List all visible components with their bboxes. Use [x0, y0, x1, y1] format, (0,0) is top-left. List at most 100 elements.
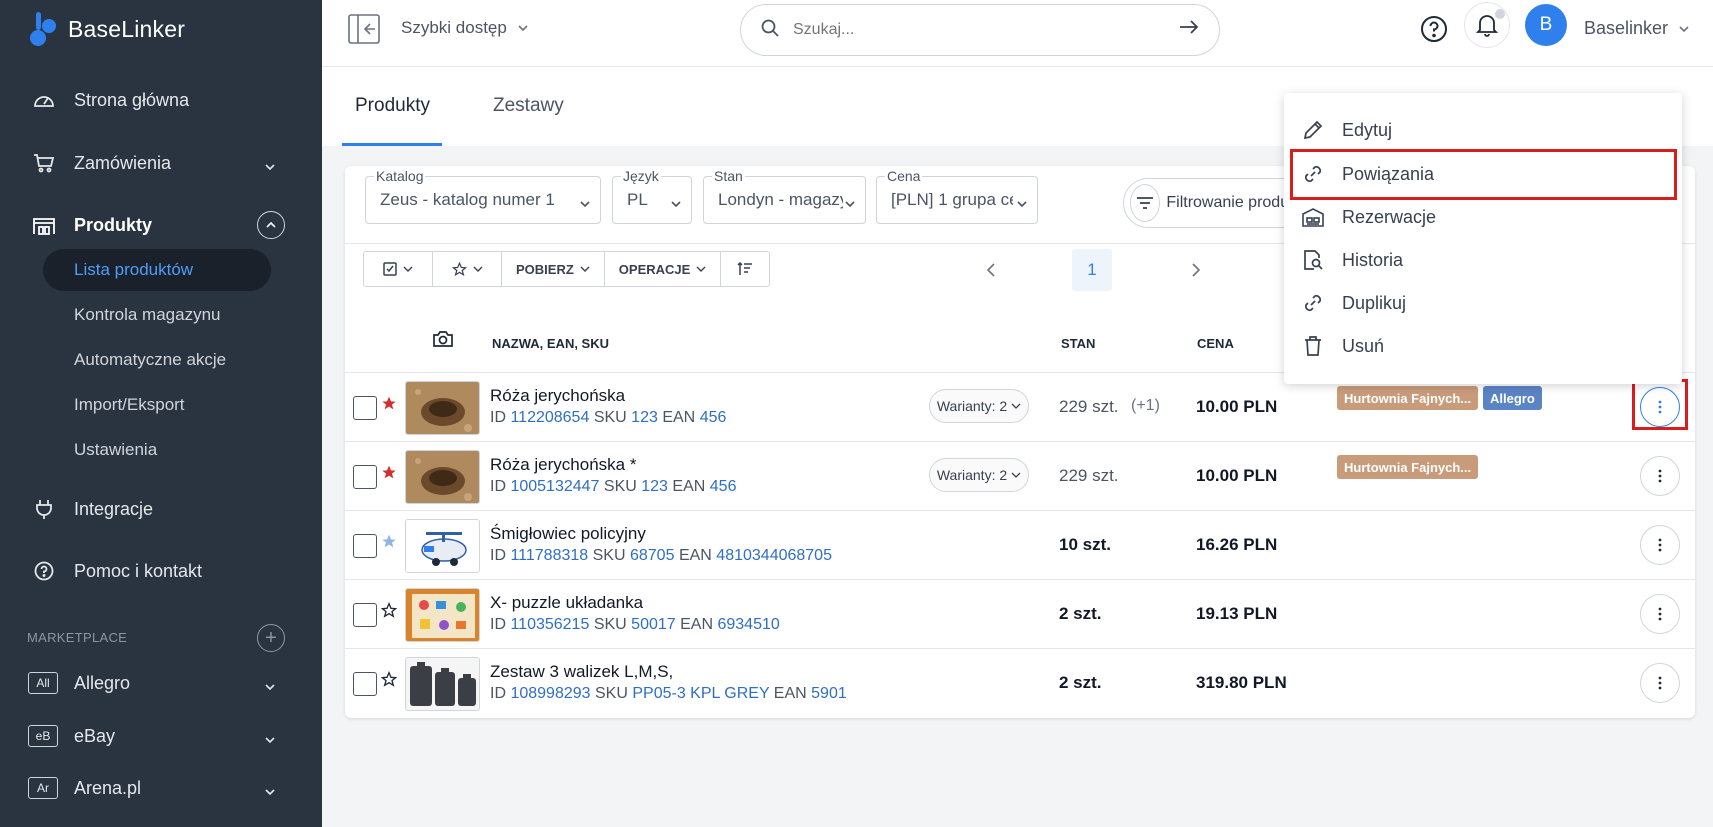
- product-id-link[interactable]: 110356215: [510, 616, 589, 633]
- product-sku[interactable]: 50017: [631, 616, 676, 633]
- operations-menu-button[interactable]: OPERACJE: [605, 252, 722, 286]
- star-filled-icon[interactable]: [381, 395, 397, 416]
- sidebar-subitem-stock-control[interactable]: Kontrola magazynu: [43, 294, 271, 336]
- brand-logo[interactable]: BaseLinker: [28, 10, 185, 48]
- language-select[interactable]: Język PL: [612, 168, 692, 224]
- column-header-stock[interactable]: STAN: [1061, 336, 1095, 351]
- menu-item-edit[interactable]: Edytuj: [1284, 110, 1682, 150]
- menu-item-duplicate[interactable]: Duplikuj: [1284, 283, 1682, 323]
- product-sku[interactable]: 123: [641, 478, 668, 495]
- quick-access-menu[interactable]: Szybki dostęp: [401, 18, 529, 38]
- user-menu[interactable]: Baselinker: [1584, 18, 1690, 39]
- product-thumbnail[interactable]: [405, 588, 480, 642]
- product-ean[interactable]: 456: [700, 409, 727, 426]
- menu-item-history[interactable]: Historia: [1284, 240, 1682, 280]
- product-sku[interactable]: 68705: [630, 547, 675, 564]
- chevron-down-icon[interactable]: [264, 728, 276, 749]
- select-menu-button[interactable]: [364, 252, 433, 286]
- product-ean[interactable]: 6934510: [717, 616, 779, 633]
- tab-sets[interactable]: Zestawy: [493, 95, 564, 117]
- row-actions-button[interactable]: [1640, 525, 1680, 565]
- column-header-name[interactable]: NAZWA, EAN, SKU: [492, 336, 609, 351]
- arrow-right-icon[interactable]: [1179, 19, 1199, 40]
- product-id-link[interactable]: 112208654: [510, 409, 589, 426]
- search-input[interactable]: [793, 21, 1153, 39]
- price-value: 319.80 PLN: [1196, 673, 1287, 692]
- filter-label: Stan: [712, 168, 745, 184]
- sort-button[interactable]: [721, 252, 769, 286]
- product-id-link[interactable]: 1005132447: [510, 478, 599, 495]
- price-value: 16.26 PLN: [1196, 535, 1278, 554]
- row-checkbox[interactable]: [353, 672, 377, 696]
- pagination-current-page[interactable]: 1: [1072, 249, 1112, 291]
- row-checkbox[interactable]: [353, 603, 377, 627]
- chevron-down-icon: [696, 266, 706, 272]
- pagination-prev-icon[interactable]: [986, 262, 996, 283]
- product-sku[interactable]: PP05-3 KPL GREY: [632, 685, 769, 702]
- price-group-select[interactable]: Cena [PLN] 1 grupa cenowa: [876, 168, 1038, 224]
- star-filled-icon[interactable]: [381, 464, 397, 485]
- catalog-select[interactable]: Katalog Zeus - katalog numer 1: [365, 168, 601, 224]
- sidebar-subitem-settings[interactable]: Ustawienia: [43, 429, 271, 471]
- row-checkbox[interactable]: [353, 465, 377, 489]
- product-name[interactable]: Róża jerychońska: [490, 386, 625, 406]
- product-sku[interactable]: 123: [631, 409, 658, 426]
- variants-button[interactable]: Warianty: 2: [929, 458, 1029, 492]
- product-thumbnail[interactable]: [405, 381, 480, 435]
- sidebar-marketplace-ebay[interactable]: eB eBay: [0, 716, 322, 756]
- product-name[interactable]: X- puzzle układanka: [490, 593, 643, 613]
- favorites-menu-button[interactable]: [433, 252, 502, 286]
- add-marketplace-icon[interactable]: +: [257, 624, 285, 652]
- marketplace-badge: eB: [28, 725, 58, 747]
- product-thumbnail[interactable]: [405, 519, 480, 573]
- help-icon[interactable]: [1420, 15, 1448, 48]
- chevron-down-icon[interactable]: [264, 780, 276, 801]
- sidebar-subitem-import-export[interactable]: Import/Eksport: [43, 384, 271, 426]
- product-ean[interactable]: 4810344068705: [716, 547, 832, 564]
- sidebar-subitem-auto-actions[interactable]: Automatyczne akcje: [43, 339, 271, 381]
- sidebar-marketplace-allegro[interactable]: All Allegro: [0, 663, 322, 703]
- column-header-price[interactable]: CENA: [1197, 336, 1234, 351]
- link-icon: [1300, 290, 1326, 316]
- sidebar-toggle-icon[interactable]: [348, 14, 380, 44]
- sidebar-item-label: Integracje: [74, 498, 154, 519]
- sidebar-marketplace-arena[interactable]: Ar Arena.pl: [0, 768, 322, 808]
- product-name[interactable]: Róża jerychońska *: [490, 455, 636, 475]
- product-thumbnail[interactable]: [405, 450, 480, 504]
- row-actions-button[interactable]: [1640, 456, 1680, 496]
- star-filled-icon[interactable]: [381, 533, 397, 554]
- product-thumbnail[interactable]: [405, 657, 480, 711]
- product-ean[interactable]: 456: [710, 478, 737, 495]
- pagination-next-icon[interactable]: [1191, 262, 1201, 283]
- menu-item-reservations[interactable]: Rezerwacje: [1284, 197, 1682, 237]
- star-outline-icon[interactable]: [380, 601, 398, 623]
- sidebar-item-orders[interactable]: Zamówienia: [0, 143, 322, 183]
- variants-button[interactable]: Warianty: 2: [929, 389, 1029, 423]
- row-actions-button[interactable]: [1640, 663, 1680, 703]
- chevron-up-icon[interactable]: [257, 211, 285, 239]
- product-id-link[interactable]: 108998293: [510, 685, 590, 702]
- chevron-down-icon[interactable]: [264, 675, 276, 696]
- download-label: POBIERZ: [516, 261, 574, 277]
- tab-products[interactable]: Produkty: [355, 95, 430, 117]
- notifications-bell-icon[interactable]: [1464, 2, 1510, 48]
- chevron-down-icon[interactable]: [264, 155, 276, 176]
- sidebar-item-products[interactable]: Produkty: [0, 205, 322, 245]
- product-ean[interactable]: 5901: [811, 685, 847, 702]
- product-id-link[interactable]: 111788318: [510, 547, 588, 564]
- stock-value: 229 szt.: [1059, 466, 1119, 485]
- star-outline-icon[interactable]: [380, 670, 398, 692]
- product-name[interactable]: Śmigłowiec policyjny: [490, 524, 646, 544]
- sidebar-subitem-product-list[interactable]: Lista produktów: [43, 249, 271, 291]
- product-name[interactable]: Zestaw 3 walizek L,M,S,: [490, 662, 673, 682]
- avatar[interactable]: B: [1525, 4, 1567, 46]
- row-actions-button[interactable]: [1640, 594, 1680, 634]
- warehouse-select[interactable]: Stan Londyn - magazyn: [703, 168, 866, 224]
- sidebar-item-integrations[interactable]: Integracje: [0, 489, 322, 529]
- menu-item-delete[interactable]: Usuń: [1284, 326, 1682, 366]
- download-menu-button[interactable]: POBIERZ: [502, 252, 605, 286]
- row-checkbox[interactable]: [353, 534, 377, 558]
- sidebar-item-help[interactable]: Pomoc i kontakt: [0, 551, 322, 591]
- sidebar-item-home[interactable]: Strona główna: [0, 80, 322, 120]
- row-checkbox[interactable]: [353, 396, 377, 420]
